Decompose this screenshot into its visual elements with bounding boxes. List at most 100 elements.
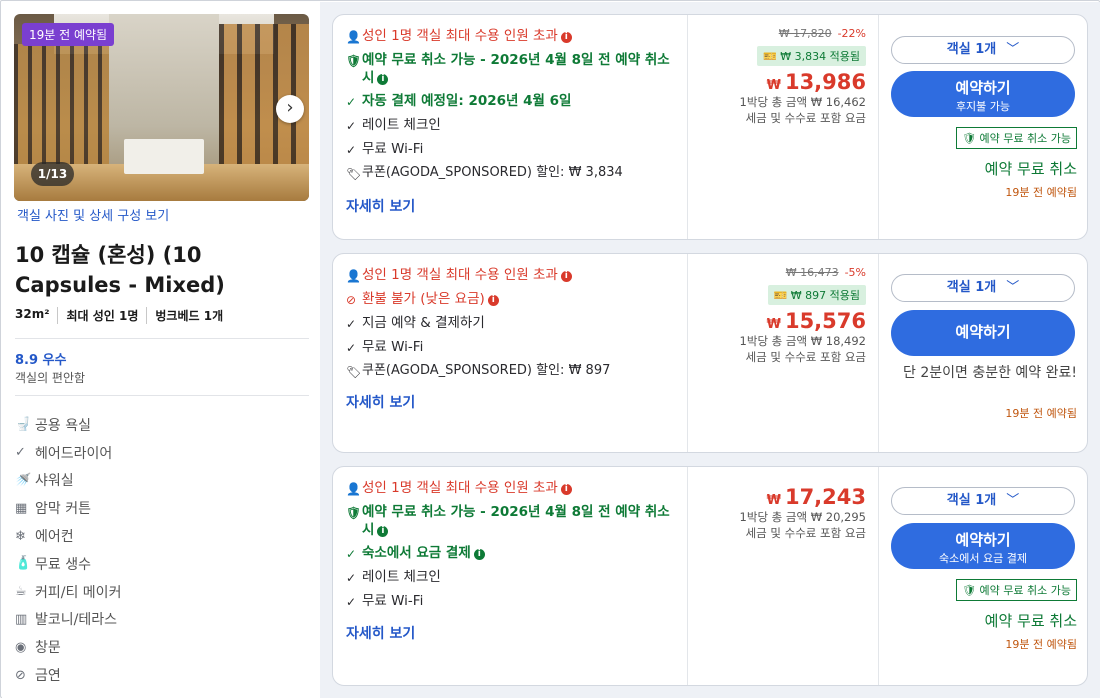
room-rating: 8.9 우수 (15, 353, 67, 368)
shield-check-icon: 🛡 (346, 506, 362, 520)
amenity-item: ⊘ 금연 (15, 667, 61, 685)
details-link[interactable]: 자세히 보기 (346, 196, 415, 216)
coupon-discount: 🏷 쿠폰(AGODA_SPONSORED) 할인: ₩ 3,834 (346, 165, 623, 181)
amenity-item: ✓ 헤어드라이어 (15, 445, 113, 462)
check-icon: ✓ (346, 595, 357, 609)
person-icon: 👤 (346, 482, 361, 496)
chevron-down-icon: ﹀ (1006, 42, 1020, 57)
room-info-panel: 19분 전 예약됨 › 1/13 객실 사진 및 상세 구성 보기 10 캡슐 … (2, 2, 320, 698)
recent-booking-badge: 19분 전 예약됨 (22, 23, 115, 46)
offer-conditions: 👤 성인 1명 객실 최대 수용 인원 초과 i 🛡 예약 무료 취소 가능 - 20… (333, 467, 687, 685)
info-icon[interactable]: i (560, 484, 572, 495)
book-button[interactable]: 예약하기 후지불 가능 (891, 71, 1075, 117)
chevron-down-icon: ﹀ (1006, 493, 1020, 508)
room-title: 10 캡슐 (혼성) (10 Capsules - Mixed) (15, 243, 225, 297)
tax-note: 세금 및 수수료 포함 요금 (745, 350, 866, 364)
room-specs: 32m² 최대 성인 1명 벙크베드 1개 (15, 307, 231, 324)
tax-note: 세금 및 수수료 포함 요금 (745, 111, 866, 125)
info-icon[interactable]: i (560, 32, 572, 43)
payment-info: ✓ 지금 예약 & 결제하기 (346, 315, 485, 331)
info-icon[interactable]: i (560, 271, 572, 282)
room-quantity-select[interactable]: 객실 1개 ﹀ (891, 487, 1075, 515)
recent-booking-note: 19분 전 예약됨 (1005, 186, 1077, 199)
balcony-icon: ▥ (15, 611, 28, 627)
photo-counter: 1/13 (31, 162, 74, 186)
book-button[interactable]: 예약하기 숙소에서 요금 결제 (891, 523, 1075, 569)
ticket-icon: 🎫 (773, 289, 791, 302)
amenity-item: ▥ 발코니/테라스 (15, 611, 117, 629)
bed-type: 벙크베드 1개 (146, 307, 231, 324)
window-icon: ◉ (15, 639, 27, 655)
info-icon[interactable]: i (487, 295, 499, 306)
amenity-item: ▦ 암막 커튼 (15, 500, 91, 518)
offer-conditions: 👤 성인 1명 객실 최대 수용 인원 초과 i ⊘ 환불 불가 (낮은 요금) i ✓… (333, 254, 687, 452)
ticket-icon: 🎫 (763, 50, 781, 63)
offer-card: 👤 성인 1명 객실 최대 수용 인원 초과 i 🛡 예약 무료 취소 가능 - 20… (332, 14, 1088, 240)
payment-info: ✓ 숙소에서 요금 결제 i (346, 544, 686, 563)
snowflake-icon: ❄ (15, 528, 26, 544)
check-icon: ✓ (346, 317, 357, 331)
tax-note: 세금 및 수수료 포함 요금 (745, 526, 866, 540)
offer-conditions: 👤 성인 1명 객실 최대 수용 인원 초과 i 🛡 예약 무료 취소 가능 - 20… (333, 15, 687, 239)
room-quantity-select[interactable]: 객실 1개 ﹀ (891, 36, 1075, 64)
amenity-item: 🧴 무료 생수 (15, 556, 91, 573)
chevron-right-icon[interactable]: › (276, 95, 304, 123)
recent-booking-note: 19분 전 예약됨 (1005, 407, 1077, 420)
offer-actions: 객실 1개 ﹀ 예약하기 숙소에서 요금 결제 🛡 예약 무료 취소 가능 예약 … (879, 467, 1089, 685)
room-quantity-select[interactable]: 객실 1개 ﹀ (891, 274, 1075, 302)
booking-hint: 단 2분이면 충분한 예약 완료! (903, 365, 1077, 381)
offer-card: 👤 성인 1명 객실 최대 수용 인원 초과 i ⊘ 환불 불가 (낮은 요금) i ✓… (332, 253, 1088, 453)
cancellation-policy: 🛡 예약 무료 취소 가능 - 2026년 4월 8일 전 예약 취소 시i (346, 504, 670, 538)
info-icon[interactable]: i (473, 549, 485, 560)
chevron-down-icon: ﹀ (1006, 280, 1020, 295)
price: ₩13,986 (766, 70, 866, 94)
room-photos-link[interactable]: 객실 사진 및 상세 구성 보기 (17, 205, 169, 224)
capacity-warning: 👤 성인 1명 객실 최대 수용 인원 초과 i (346, 266, 686, 285)
shield-check-icon: 🛡 (346, 54, 362, 68)
details-link[interactable]: 자세히 보기 (346, 623, 415, 643)
original-price: ₩ 16,473 -5% (785, 266, 866, 279)
coupon-applied-badge: 🎫 ₩ 3,834 적용됨 (757, 46, 866, 66)
no-refund-icon: ⊘ (346, 293, 357, 307)
details-link[interactable]: 자세히 보기 (346, 392, 415, 412)
shower-icon: 🚿 (15, 472, 32, 488)
person-icon: 👤 (346, 269, 361, 283)
amenity-list: 🚽 공용 욕실 ✓ 헤어드라이어 🚿 샤워실 ▦ 암막 커튼 ❄ 에어컨 🧴 무료 생수 ☕… (15, 411, 121, 689)
amenity-item: 🚽 공용 욕실 (15, 417, 91, 434)
info-icon[interactable]: i (377, 74, 389, 85)
check-icon: ✓ (346, 119, 357, 133)
feature-item: ✓ 무료 Wi-Fi (346, 593, 424, 609)
coupon-discount: 🏷 쿠폰(AGODA_SPONSORED) 할인: ₩ 897 (346, 363, 611, 379)
toilet-icon: 🚽 (15, 417, 32, 433)
price: ₩17,243 (766, 485, 866, 509)
feature-item: ✓ 레이트 체크인 (346, 569, 441, 585)
book-button[interactable]: 예약하기 (891, 310, 1075, 356)
check-icon: ✓ (346, 341, 357, 355)
no-smoking-icon: ⊘ (15, 667, 26, 683)
amenity-item: 🚿 샤워실 (15, 472, 74, 490)
coupon-applied-badge: 🎫 ₩ 897 적용됨 (767, 285, 866, 305)
amenity-item: ☕ 커피/티 메이커 (15, 584, 122, 601)
free-cancel-label: 예약 무료 취소 (984, 612, 1077, 630)
capacity-warning: 👤 성인 1명 객실 최대 수용 인원 초과 i (346, 479, 686, 498)
free-cancel-badge: 🛡 예약 무료 취소 가능 (956, 127, 1077, 149)
cup-icon: ☕ (15, 584, 27, 600)
info-icon[interactable]: i (377, 526, 389, 537)
curtain-icon: ▦ (15, 500, 28, 516)
amenity-item: ◉ 창문 (15, 639, 61, 657)
price: ₩15,576 (766, 309, 866, 333)
shield-check-icon: 🛡 (962, 584, 980, 597)
offer-list: 👤 성인 1명 객실 최대 수용 인원 초과 i 🛡 예약 무료 취소 가능 - 20… (320, 2, 1100, 698)
recent-booking-note: 19분 전 예약됨 (1005, 638, 1077, 651)
feature-item: ✓ 무료 Wi-Fi (346, 141, 424, 157)
rating-category: 객실의 편안함 (15, 371, 86, 385)
feature-item: ✓ 레이트 체크인 (346, 117, 441, 133)
divider (15, 338, 309, 339)
payment-info: ✓ 자동 결제 예정일: 2026년 4월 6일 (346, 93, 572, 109)
room-size: 32m² (15, 307, 50, 321)
check-icon: ✓ (15, 445, 26, 461)
offer-actions: 객실 1개 ﹀ 예약하기 단 2분이면 충분한 예약 완료! 19분 전 예약됨 (879, 254, 1089, 452)
person-icon: 👤 (346, 30, 361, 44)
free-cancel-label: 예약 무료 취소 (984, 160, 1077, 178)
offer-price: ₩ 17,820 -22% 🎫 ₩ 3,834 적용됨 ₩13,986 1박당 총… (687, 15, 879, 239)
